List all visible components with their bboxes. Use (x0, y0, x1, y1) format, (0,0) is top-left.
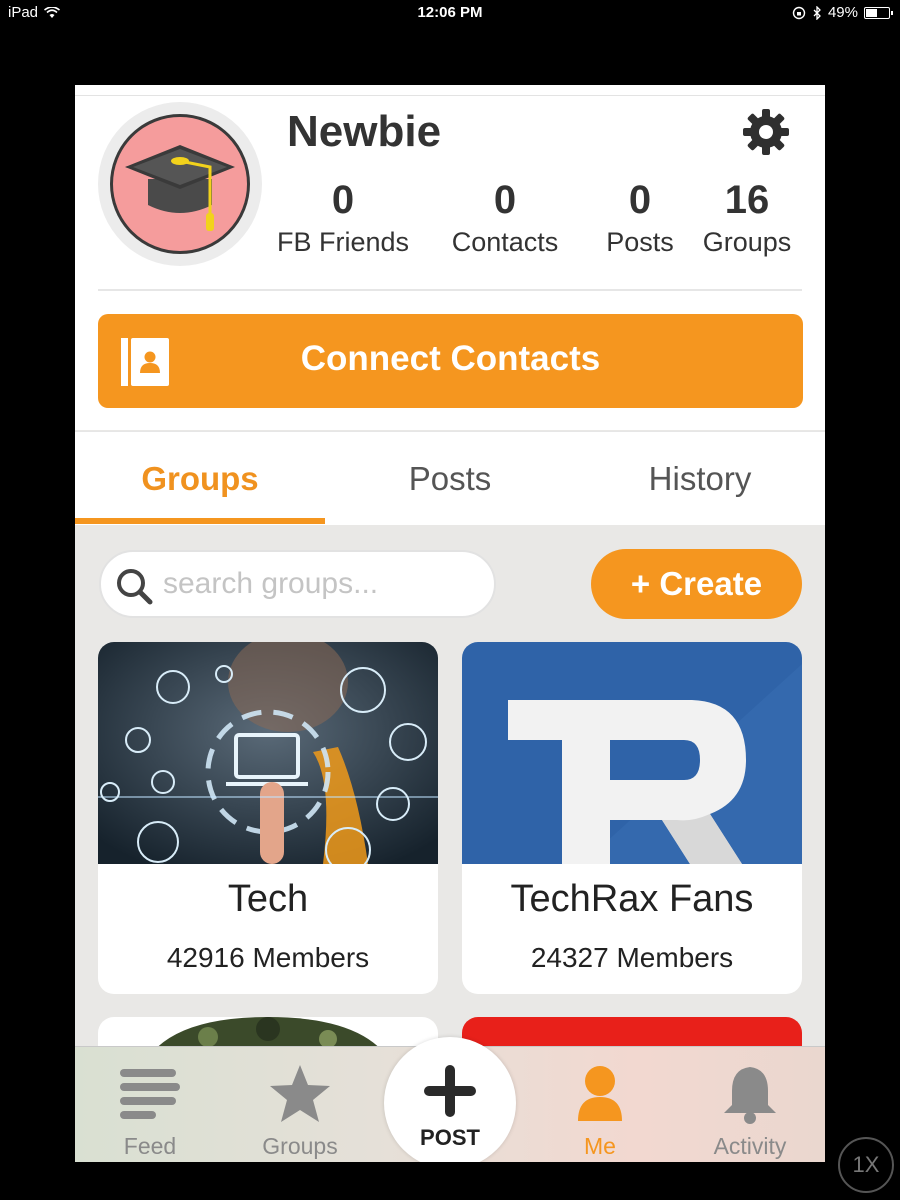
connect-contacts-label: Connect Contacts (300, 339, 601, 378)
stat-groups[interactable]: 16 Groups (695, 175, 799, 259)
app-screen: Newbie 0 FB Friends 0 Contacts 0 Posts 1… (75, 85, 825, 1162)
feed-icon (120, 1069, 180, 1119)
person-icon (578, 1066, 622, 1121)
tab-history[interactable]: History (575, 432, 825, 526)
status-bar: iPad 12:06 PM 49% (0, 0, 900, 26)
tab-posts[interactable]: Posts (325, 432, 575, 526)
orientation-lock-icon (792, 6, 806, 19)
group-title: Tech (227, 878, 309, 920)
group-members: 42916 Members (166, 942, 370, 973)
profile-tabs: Groups Posts History (75, 431, 825, 525)
tab-groups[interactable]: Groups (75, 432, 325, 526)
gear-icon[interactable] (741, 107, 791, 157)
tech-group-image (98, 642, 438, 864)
group-card-techrax-fans[interactable]: TechRax Fans 24327 Members (462, 642, 802, 994)
nav-groups[interactable]: Groups (225, 1047, 375, 1162)
plus-icon (424, 1065, 476, 1117)
create-group-button[interactable]: + Create (591, 549, 802, 619)
zoom-toggle-button[interactable]: 1X (838, 1137, 894, 1193)
battery-percent: 49% (827, 4, 858, 21)
post-button[interactable]: POST (384, 1037, 516, 1162)
group-card-tech[interactable]: Tech 42916 Members (98, 642, 438, 994)
nav-me[interactable]: Me (525, 1047, 675, 1162)
group-members: 24327 Members (530, 942, 734, 973)
star-icon (270, 1065, 330, 1122)
search-input[interactable] (163, 562, 483, 606)
bell-icon (724, 1067, 776, 1124)
battery-icon (864, 6, 893, 19)
stat-posts[interactable]: 0 Posts (590, 175, 690, 259)
nav-activity[interactable]: Activity (675, 1047, 825, 1162)
status-time: 12:06 PM (417, 4, 483, 21)
nav-feed[interactable]: Feed (75, 1047, 225, 1162)
search-icon (117, 569, 153, 605)
profile-name: Newbie (287, 107, 442, 156)
stat-fb-friends[interactable]: 0 FB Friends (268, 175, 418, 259)
bluetooth-icon (813, 5, 821, 20)
divider (98, 289, 802, 291)
techrax-logo-image (462, 642, 802, 864)
active-tab-indicator (75, 518, 325, 524)
group-title: TechRax Fans (510, 878, 754, 920)
connect-contacts-button[interactable]: Connect Contacts (98, 314, 803, 408)
profile-stats: 0 FB Friends 0 Contacts 0 Posts 16 Group… (75, 175, 825, 265)
stat-contacts[interactable]: 0 Contacts (430, 175, 580, 259)
search-bar[interactable] (99, 550, 496, 618)
profile-header: Newbie 0 FB Friends 0 Contacts 0 Posts 1… (75, 85, 825, 430)
